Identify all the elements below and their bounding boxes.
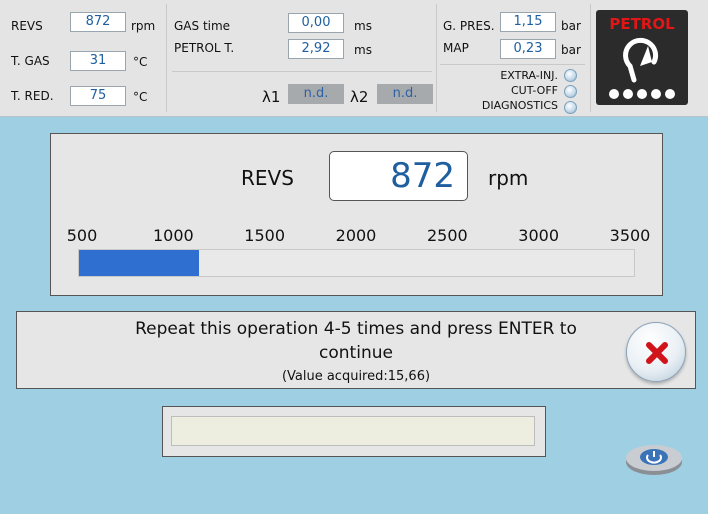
g-pres-label: G. PRES. [443, 19, 495, 33]
cut-off-label: CUT-OFF [510, 84, 558, 97]
t-gas-unit: °C [133, 55, 148, 69]
separator [590, 4, 591, 112]
g-pres-unit: bar [561, 19, 581, 33]
extra-inj-label: EXTRA-INJ. [500, 69, 558, 82]
fuel-level-dots [596, 84, 688, 103]
cut-off-led-icon [564, 85, 577, 98]
g-pres-value: 1,15 [500, 12, 556, 32]
close-icon [646, 342, 668, 364]
status-bar: REVS 872 rpm T. GAS 31 °C T. RED. 75 °C … [0, 0, 708, 117]
lambda2-value: n.d. [377, 84, 433, 104]
message-line-1: Repeat this operation 4-5 times and pres… [135, 319, 577, 339]
revs-panel-label: REVS [241, 166, 294, 190]
petrol-t-value: 2,92 [288, 39, 344, 59]
revs-panel-value: 872 [329, 151, 468, 201]
revs-scale-tick: 3000 [518, 226, 560, 245]
map-unit: bar [561, 43, 581, 57]
lambda2-label: λ2 [350, 88, 369, 106]
petrol-t-unit: ms [354, 43, 372, 57]
t-red-label: T. RED. [11, 89, 54, 103]
revs-bar-track [78, 249, 635, 277]
revs-scale-tick: 1000 [152, 226, 194, 245]
gas-time-label: GAS time [174, 19, 231, 33]
revs-unit: rpm [131, 19, 156, 33]
revs-bar-fill [79, 250, 199, 276]
lambda1-label: λ1 [262, 88, 281, 106]
revs-label: REVS [11, 19, 43, 33]
map-value: 0,23 [500, 39, 556, 59]
separator [436, 4, 437, 112]
lambda1-value: n.d. [288, 84, 344, 104]
cancel-button[interactable] [626, 322, 686, 382]
divider [440, 64, 585, 65]
fuel-switch-button[interactable]: PETROL [596, 10, 688, 105]
diagnostics-label: DIAGNOSTICS [481, 99, 558, 112]
revs-panel-unit: rpm [488, 166, 529, 190]
map-label: MAP [443, 41, 469, 55]
enter-input[interactable] [171, 416, 535, 446]
message-panel: Repeat this operation 4-5 times and pres… [16, 311, 696, 389]
acquired-value-text: (Value acquired:15,66) [281, 369, 431, 384]
gas-time-value: 0,00 [288, 13, 344, 33]
divider [172, 71, 432, 72]
power-button[interactable] [624, 438, 684, 478]
revs-scale-tick: 2500 [426, 226, 468, 245]
revs-value: 872 [70, 12, 126, 32]
separator [166, 4, 167, 112]
petrol-t-label: PETROL T. [174, 41, 235, 55]
t-red-value: 75 [70, 86, 126, 106]
power-icon [626, 445, 682, 475]
t-gas-label: T. GAS [11, 54, 50, 68]
revs-scale-tick: 3500 [609, 226, 651, 245]
diagnostics-led-icon [564, 101, 577, 114]
t-gas-value: 31 [70, 51, 126, 71]
revs-scale-tick: 1500 [244, 226, 286, 245]
gas-time-unit: ms [354, 19, 372, 33]
revs-scale-tick: 500 [66, 226, 98, 245]
t-red-unit: °C [133, 90, 148, 104]
revs-scale-tick: 2000 [335, 226, 377, 245]
message-line-2: continue [319, 343, 393, 363]
extra-inj-led-icon [564, 69, 577, 82]
